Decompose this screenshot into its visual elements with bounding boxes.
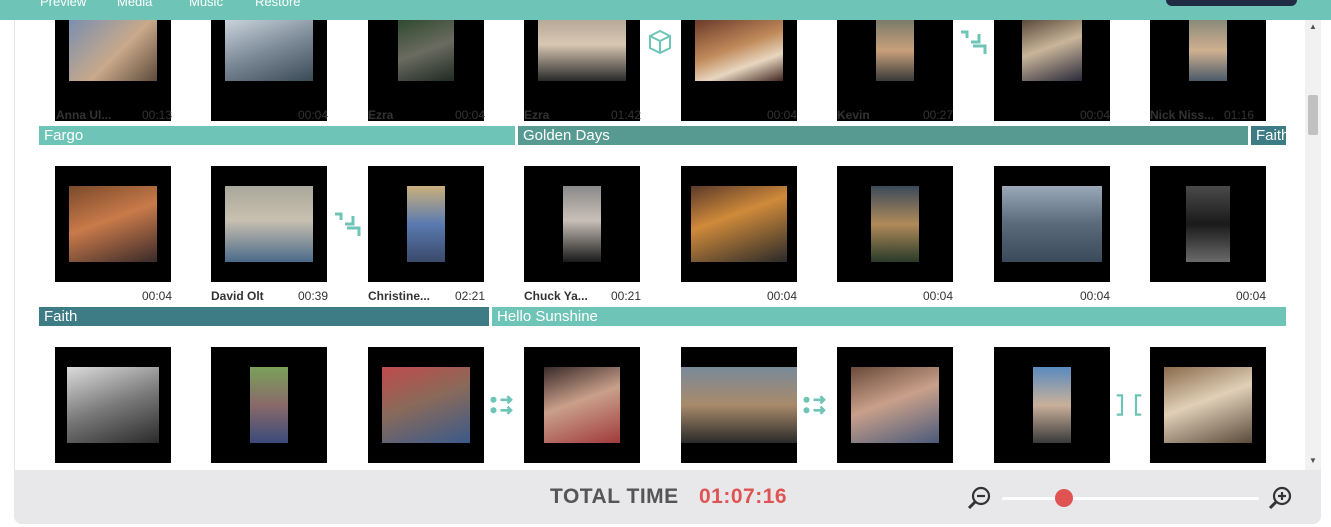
clip-duration: 00:04	[454, 108, 485, 122]
clip-thumbnail[interactable]	[837, 166, 953, 282]
clip-name: Anna Ul...	[56, 108, 112, 122]
clip-thumbnail[interactable]	[55, 20, 171, 121]
clip-thumbnail[interactable]	[368, 166, 484, 282]
save-button[interactable]	[1166, 0, 1297, 6]
clip-duration: 01:16	[1223, 108, 1254, 122]
zoom-slider-track[interactable]	[1002, 497, 1259, 500]
clip-name: Ezra	[368, 108, 394, 122]
clip-thumbnail[interactable]	[1150, 20, 1266, 121]
clip-name: Ezra	[524, 108, 550, 122]
music-track-hello-sunshine[interactable]: Hello Sunshine	[492, 307, 1286, 326]
scroll-down-icon[interactable]: ▼	[1305, 456, 1321, 465]
clip-thumbnail[interactable]	[524, 20, 640, 121]
tab-media[interactable]: Media	[117, 0, 152, 9]
zoom-in-icon[interactable]	[1267, 485, 1293, 511]
tab-restore[interactable]: Restore	[255, 0, 301, 9]
clip-thumbnail[interactable]	[211, 20, 327, 121]
top-nav-bar: Preview Media Music Restore	[0, 0, 1331, 20]
clip-name: David Olt	[211, 289, 264, 303]
clip-thumbnail[interactable]	[994, 166, 1110, 282]
clip-duration: 00:04	[1079, 108, 1110, 122]
clip-thumbnail[interactable]	[55, 347, 171, 463]
clip-duration: 00:04	[766, 108, 797, 122]
clip-duration: 00:04	[1235, 289, 1266, 303]
clip-thumbnail[interactable]	[211, 166, 327, 282]
clip-duration: 00:39	[297, 289, 328, 303]
clip-thumbnail[interactable]	[524, 166, 640, 282]
music-track-faith[interactable]: Faith	[1251, 126, 1286, 145]
zoom-out-icon[interactable]	[966, 485, 992, 511]
clip-thumbnail[interactable]	[211, 347, 327, 463]
clip-name: Chuck Ya...	[524, 289, 588, 303]
clip-duration: 01:42	[610, 108, 641, 122]
clip-name: Kevin	[837, 108, 870, 122]
clip-thumbnail[interactable]	[837, 347, 953, 463]
clip-duration: 00:21	[610, 289, 641, 303]
clip-duration: 00:27	[922, 108, 953, 122]
clip-thumbnail[interactable]	[681, 166, 797, 282]
clip-thumbnail[interactable]	[994, 20, 1110, 121]
clip-duration: 00:13	[141, 108, 172, 122]
clip-duration: 02:21	[454, 289, 485, 303]
scroll-up-icon[interactable]: ▲	[1305, 22, 1321, 31]
zoom-slider-handle[interactable]	[1054, 489, 1073, 507]
clip-thumbnail[interactable]	[1150, 347, 1266, 463]
total-time-label: TOTAL TIME	[550, 485, 679, 508]
clip-thumbnail[interactable]	[1150, 166, 1266, 282]
music-track-golden-days[interactable]: Golden Days	[518, 126, 1248, 145]
timeline-footer: TOTAL TIME 01:07:16	[14, 470, 1321, 524]
clip-thumbnail[interactable]	[55, 166, 171, 282]
cube-icon[interactable]	[646, 28, 674, 56]
clip-thumbnail[interactable]	[524, 347, 640, 463]
slide-transition-icon[interactable]	[490, 391, 518, 419]
clip-duration: 00:04	[141, 289, 172, 303]
clip-thumbnail[interactable]	[368, 347, 484, 463]
tab-preview[interactable]: Preview	[40, 0, 86, 9]
total-time-value: 01:07:16	[699, 485, 788, 508]
clip-thumbnail[interactable]	[837, 20, 953, 121]
clip-duration: 00:04	[1079, 289, 1110, 303]
vertical-scrollbar[interactable]: ▲ ▼	[1305, 20, 1321, 470]
clip-duration: 00:04	[766, 289, 797, 303]
music-track-fargo[interactable]: Fargo	[39, 126, 515, 145]
clip-thumbnail[interactable]	[681, 20, 797, 121]
scrollbar-thumb[interactable]	[1308, 95, 1318, 135]
clip-thumbnail[interactable]	[681, 347, 797, 463]
clip-duration: 00:04	[297, 108, 328, 122]
music-track-faith[interactable]: Faith	[39, 307, 489, 326]
storyboard-area: Anna Ul... 00:13 00:04 Ezra 00:04 Ezra 0…	[14, 20, 1322, 470]
corner-transition-icon[interactable]	[959, 28, 987, 56]
clip-thumbnail[interactable]	[994, 347, 1110, 463]
clip-name: Christine...	[368, 289, 431, 303]
tab-music[interactable]: Music	[189, 0, 223, 9]
clip-duration: 00:04	[922, 289, 953, 303]
corner-transition-icon[interactable]	[333, 210, 361, 238]
slide-transition-icon[interactable]	[803, 391, 831, 419]
clip-thumbnail[interactable]	[368, 20, 484, 121]
split-transition-icon[interactable]	[1115, 391, 1143, 419]
